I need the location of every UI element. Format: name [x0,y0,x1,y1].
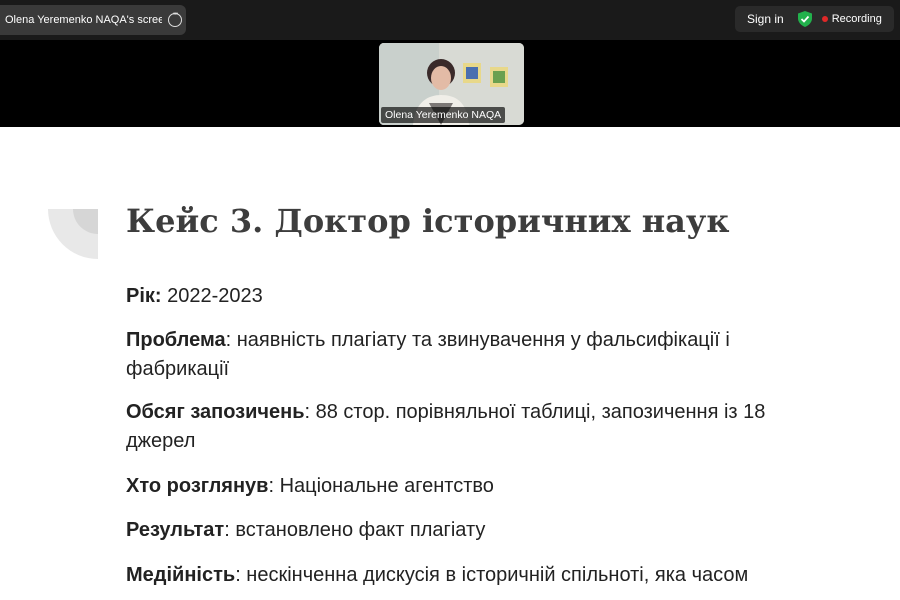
item-label: Обсяг запозичень [126,401,305,423]
recording-label[interactable]: Recording [832,13,882,25]
slide-title: Кейс 3. Доктор історичних наук [126,202,730,240]
slide-item-result: Результат: встановлено факт плагіату [126,516,806,545]
slide-item-volume: Обсяг запозичень: 88 стор. порівняльної … [126,398,806,456]
item-label: Результат [126,519,225,541]
screen-share-title: Olena Yeremenko NAQA's screen [5,14,162,26]
item-text: 2022-2023 [161,285,263,307]
meeting-top-bar: Olena Yeremenko NAQA's screen Sign in Re… [0,0,900,40]
slide-item-media: Медійність: нескінченна дискусія в істор… [126,561,806,590]
item-text: : Національне агентство [268,475,494,497]
item-label: Медійність [126,564,236,586]
participant-name-label: Olena Yeremenko NAQA [381,107,506,123]
slide-item-problem: Проблема: наявність плагіату та звинувач… [126,326,806,384]
slide-decoration-shape [48,209,98,259]
shared-slide: Кейс 3. Доктор історичних наук Рік: 2022… [0,127,900,600]
sign-in-button[interactable]: Sign in [747,12,784,26]
security-shield-icon[interactable] [797,11,812,27]
item-label: Хто розглянув [126,475,269,497]
item-text: : встановлено факт плагіату [224,519,486,541]
more-options-icon[interactable] [168,11,182,27]
slide-item-reviewer: Хто розглянув: Національне агентство [126,472,806,501]
slide-item-year: Рік: 2022-2023 [126,282,806,311]
item-label: Проблема [126,329,226,351]
participant-video-tile[interactable]: Olena Yeremenko NAQA [379,43,524,125]
top-right-status: Sign in Recording [735,6,894,32]
recording-dot-icon [821,16,828,22]
item-text: : нескінченна дискусія в історичній спіл… [235,564,749,586]
screen-share-indicator[interactable]: Olena Yeremenko NAQA's screen [0,5,186,35]
item-label: Рік: [126,285,162,307]
